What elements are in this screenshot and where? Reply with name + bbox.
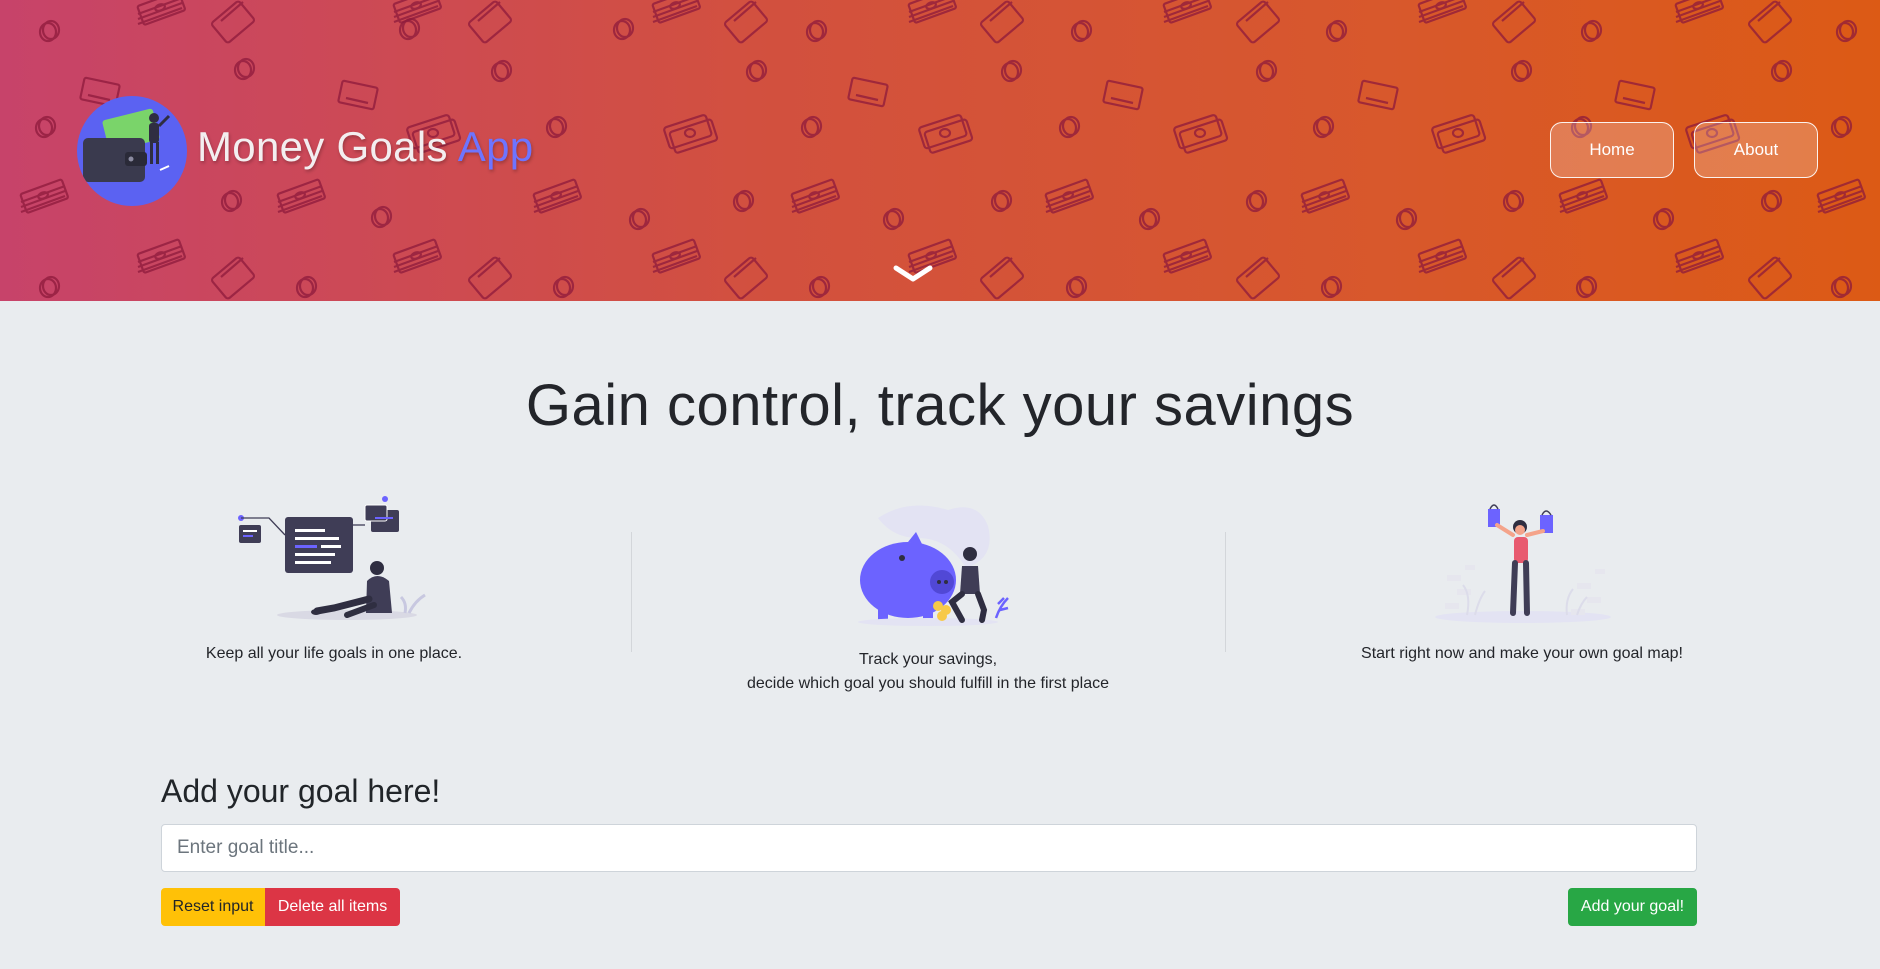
brand-accent: App — [457, 123, 534, 170]
app-logo[interactable] — [77, 96, 187, 206]
brand-name: Money Goals — [197, 123, 448, 170]
wallet-icon — [83, 108, 171, 182]
planning-illustration-icon — [238, 496, 426, 620]
feature-goal-map-text: Start right now and make your own goal m… — [1361, 645, 1683, 662]
feature-goals-text: Keep all your life goals in one place. — [205, 645, 463, 662]
reset-input-button[interactable]: Reset input — [161, 888, 265, 926]
hero-header: Money Goals App Home About — [0, 0, 1880, 301]
brand-title[interactable]: Money Goals App — [197, 123, 533, 171]
nav-about-button[interactable]: About — [1694, 122, 1818, 178]
goal-title-input[interactable] — [161, 824, 1697, 872]
nav-home-button[interactable]: Home — [1550, 122, 1674, 178]
feature-savings-text-line2: decide which goal you should fulfill in … — [747, 675, 1109, 692]
feature-savings-text-line1: Track your savings, — [858, 651, 998, 668]
feature-goal-map: Start right now and make your own goal m… — [1222, 495, 1822, 666]
feature-goals: Keep all your life goals in one place. — [34, 495, 634, 666]
add-goal-button[interactable]: Add your goal! — [1568, 888, 1697, 926]
form-title: Add your goal here! — [161, 773, 441, 809]
page-headline: Gain control, track your savings — [525, 373, 1355, 438]
feature-savings: Track your savings, decide which goal yo… — [628, 495, 1228, 696]
chevron-down-icon[interactable] — [892, 264, 934, 284]
piggy-bank-illustration-icon — [858, 505, 1009, 626]
celebration-illustration-icon — [1435, 504, 1611, 623]
delete-all-button[interactable]: Delete all items — [265, 888, 400, 926]
